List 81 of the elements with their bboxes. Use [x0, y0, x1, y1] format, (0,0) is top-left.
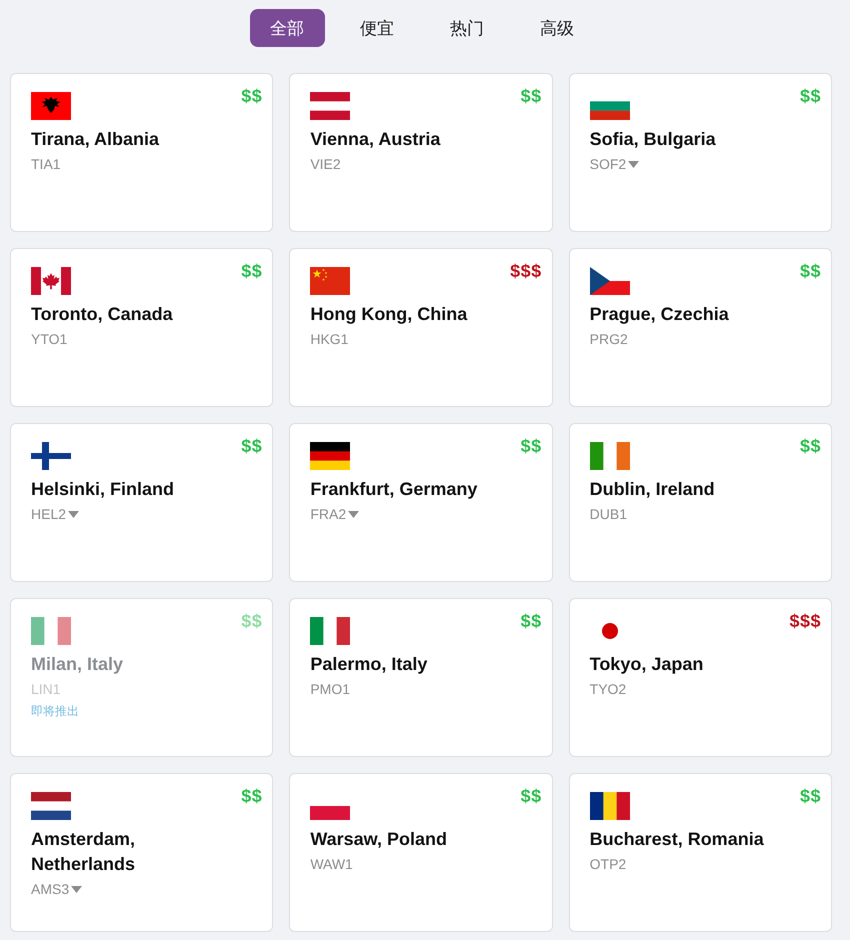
- location-code: WAW1: [310, 855, 353, 873]
- city-name: Toronto, Canada: [31, 303, 173, 326]
- price-level: $$: [520, 86, 542, 106]
- city-name: Milan, Italy: [31, 653, 124, 676]
- location-card[interactable]: $$ Sofia, Bulgaria SOF2: [568, 73, 832, 232]
- poland-flag-icon: [310, 806, 350, 820]
- netherlands-flag-icon: [31, 792, 71, 820]
- location-code: DUB1: [590, 505, 628, 523]
- caret-icon[interactable]: [348, 510, 360, 518]
- china-flag-icon: [310, 267, 350, 295]
- city-name: Tirana, Albania: [31, 128, 160, 151]
- location-card[interactable]: $$ Helsinki, Finland HEL2: [10, 423, 274, 582]
- location-code: TIA1: [31, 155, 61, 173]
- location-card[interactable]: $$$ Tokyo, Japan TYO2: [568, 598, 832, 757]
- city-name: Tokyo, Japan: [590, 653, 704, 676]
- location-code: TYO2: [590, 680, 626, 698]
- filter-tab[interactable]: 热门: [430, 9, 504, 47]
- romania-flag-icon: [590, 792, 630, 820]
- caret-icon[interactable]: [71, 886, 82, 892]
- location-card[interactable]: $$ Palermo, Italy PMO1: [289, 598, 553, 757]
- germany-flag-icon: [310, 442, 350, 470]
- coming-soon-label: 即将推出: [31, 703, 79, 719]
- austria-flag-icon: [310, 92, 350, 120]
- location-code: FRA2: [310, 505, 346, 523]
- price-level: $$$: [789, 611, 821, 631]
- czechia-flag-icon: [590, 267, 630, 295]
- price-level: $$: [241, 261, 262, 281]
- italy-flag-icon: [310, 617, 350, 645]
- location-code: HKG1: [310, 330, 348, 348]
- city-name: Sofia, Bulgaria: [590, 128, 716, 151]
- location-code: LIN1: [31, 680, 61, 698]
- city-name: Helsinki, Finland: [31, 478, 174, 501]
- caret-icon[interactable]: [68, 510, 80, 518]
- location-card[interactable]: $$ Prague, Czechia PRG2: [568, 248, 832, 407]
- location-card[interactable]: $$$ Hong Kong, China HKG1: [289, 248, 553, 407]
- city-name: Dublin, Ireland: [590, 478, 715, 501]
- city-name: Amsterdam, Netherlands: [31, 828, 136, 876]
- price-level: $$: [800, 86, 821, 106]
- price-level: $$: [520, 786, 542, 806]
- filter-tab[interactable]: 便宜: [340, 9, 414, 47]
- filter-tab[interactable]: 全部: [250, 9, 324, 47]
- city-name: Warsaw, Poland: [310, 828, 448, 851]
- location-code: YTO1: [31, 330, 68, 348]
- city-name: Prague, Czechia: [590, 303, 729, 326]
- price-level: $$: [241, 611, 262, 631]
- price-level: $$: [241, 86, 262, 106]
- location-code: PRG2: [590, 330, 628, 348]
- price-level: $$: [241, 436, 262, 456]
- location-code: SOF2: [590, 155, 626, 173]
- location-card[interactable]: $$ Frankfurt, Germany FRA2: [289, 423, 553, 582]
- location-card[interactable]: $$ Tirana, Albania TIA1: [10, 73, 274, 232]
- location-code: VIE2: [310, 155, 341, 173]
- location-card[interactable]: $$ Bucharest, Romania OTP2: [568, 773, 832, 932]
- finland-flag-icon: [31, 442, 71, 470]
- location-code: PMO1: [310, 680, 350, 698]
- caret-icon[interactable]: [628, 160, 640, 168]
- location-card[interactable]: $$ Amsterdam, Netherlands AMS3: [10, 773, 274, 932]
- location-card[interactable]: $$ Warsaw, Poland WAW1: [289, 773, 553, 932]
- price-level: $$: [520, 436, 542, 456]
- albania-flag-icon: [31, 92, 71, 120]
- price-level: $$: [520, 611, 542, 631]
- location-code: OTP2: [590, 855, 626, 873]
- city-name: Frankfurt, Germany: [310, 478, 478, 501]
- price-level: $$: [800, 786, 821, 806]
- price-level: $$: [800, 261, 821, 281]
- price-level: $$: [241, 786, 262, 806]
- city-name: Palermo, Italy: [310, 653, 428, 676]
- location-card[interactable]: $$ Toronto, Canada YTO1: [10, 248, 274, 407]
- canada-flag-icon: [31, 267, 71, 295]
- city-name: Vienna, Austria: [310, 128, 440, 151]
- city-name: Hong Kong, China: [310, 303, 468, 326]
- price-level: $$: [800, 436, 821, 456]
- italy-flag-icon: [31, 617, 71, 645]
- city-name: Bucharest, Romania: [590, 828, 764, 851]
- ireland-flag-icon: [590, 442, 630, 470]
- filter-tab[interactable]: 高级: [520, 9, 594, 47]
- location-card[interactable]: $$ Dublin, Ireland DUB1: [568, 423, 832, 582]
- location-code: HEL2: [31, 505, 66, 523]
- price-level: $$$: [510, 261, 542, 281]
- location-card[interactable]: $$ Vienna, Austria VIE2: [289, 73, 553, 232]
- location-code: AMS3: [31, 880, 70, 898]
